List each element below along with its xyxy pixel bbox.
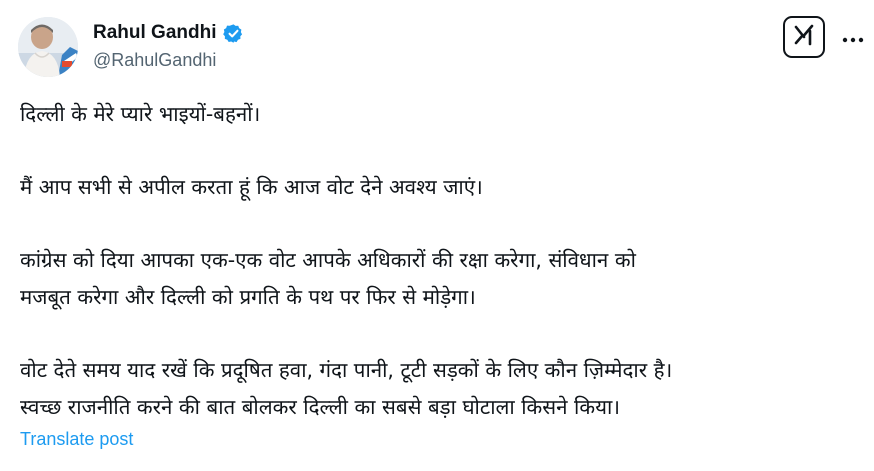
tweet-text: दिल्ली के मेरे प्यारे भाइयों-बहनों। मैं … xyxy=(20,96,860,426)
avatar[interactable] xyxy=(18,17,78,77)
more-options-button[interactable] xyxy=(840,24,866,50)
more-icon xyxy=(842,28,864,47)
tweet-line: मैं आप सभी से अपील करता हूं कि आज वोट दे… xyxy=(20,175,483,199)
grok-icon xyxy=(791,22,817,52)
tweet-line: कांग्रेस को दिया आपका एक-एक वोट आपके अधि… xyxy=(20,248,636,272)
tweet-line: स्वच्छ राजनीति करने की बात बोलकर दिल्ली … xyxy=(20,395,621,419)
translate-post-link[interactable]: Translate post xyxy=(20,429,133,450)
grok-button[interactable] xyxy=(783,16,825,58)
verified-badge-icon[interactable] xyxy=(222,23,244,44)
name-row: Rahul Gandhi xyxy=(93,20,244,46)
display-name[interactable]: Rahul Gandhi xyxy=(93,22,217,44)
tweet-line: वोट देते समय याद रखें कि प्रदूषित हवा, ग… xyxy=(20,358,673,382)
tweet-line: दिल्ली के मेरे प्यारे भाइयों-बहनों। xyxy=(20,102,261,126)
tweet-line: मजबूत करेगा और दिल्ली को प्रगति के पथ पर… xyxy=(20,285,476,309)
author-info: Rahul Gandhi @RahulGandhi xyxy=(93,20,244,71)
avatar-image xyxy=(18,17,78,77)
author-handle[interactable]: @RahulGandhi xyxy=(93,50,244,71)
tweet-header: Rahul Gandhi @RahulGandhi xyxy=(18,16,864,80)
